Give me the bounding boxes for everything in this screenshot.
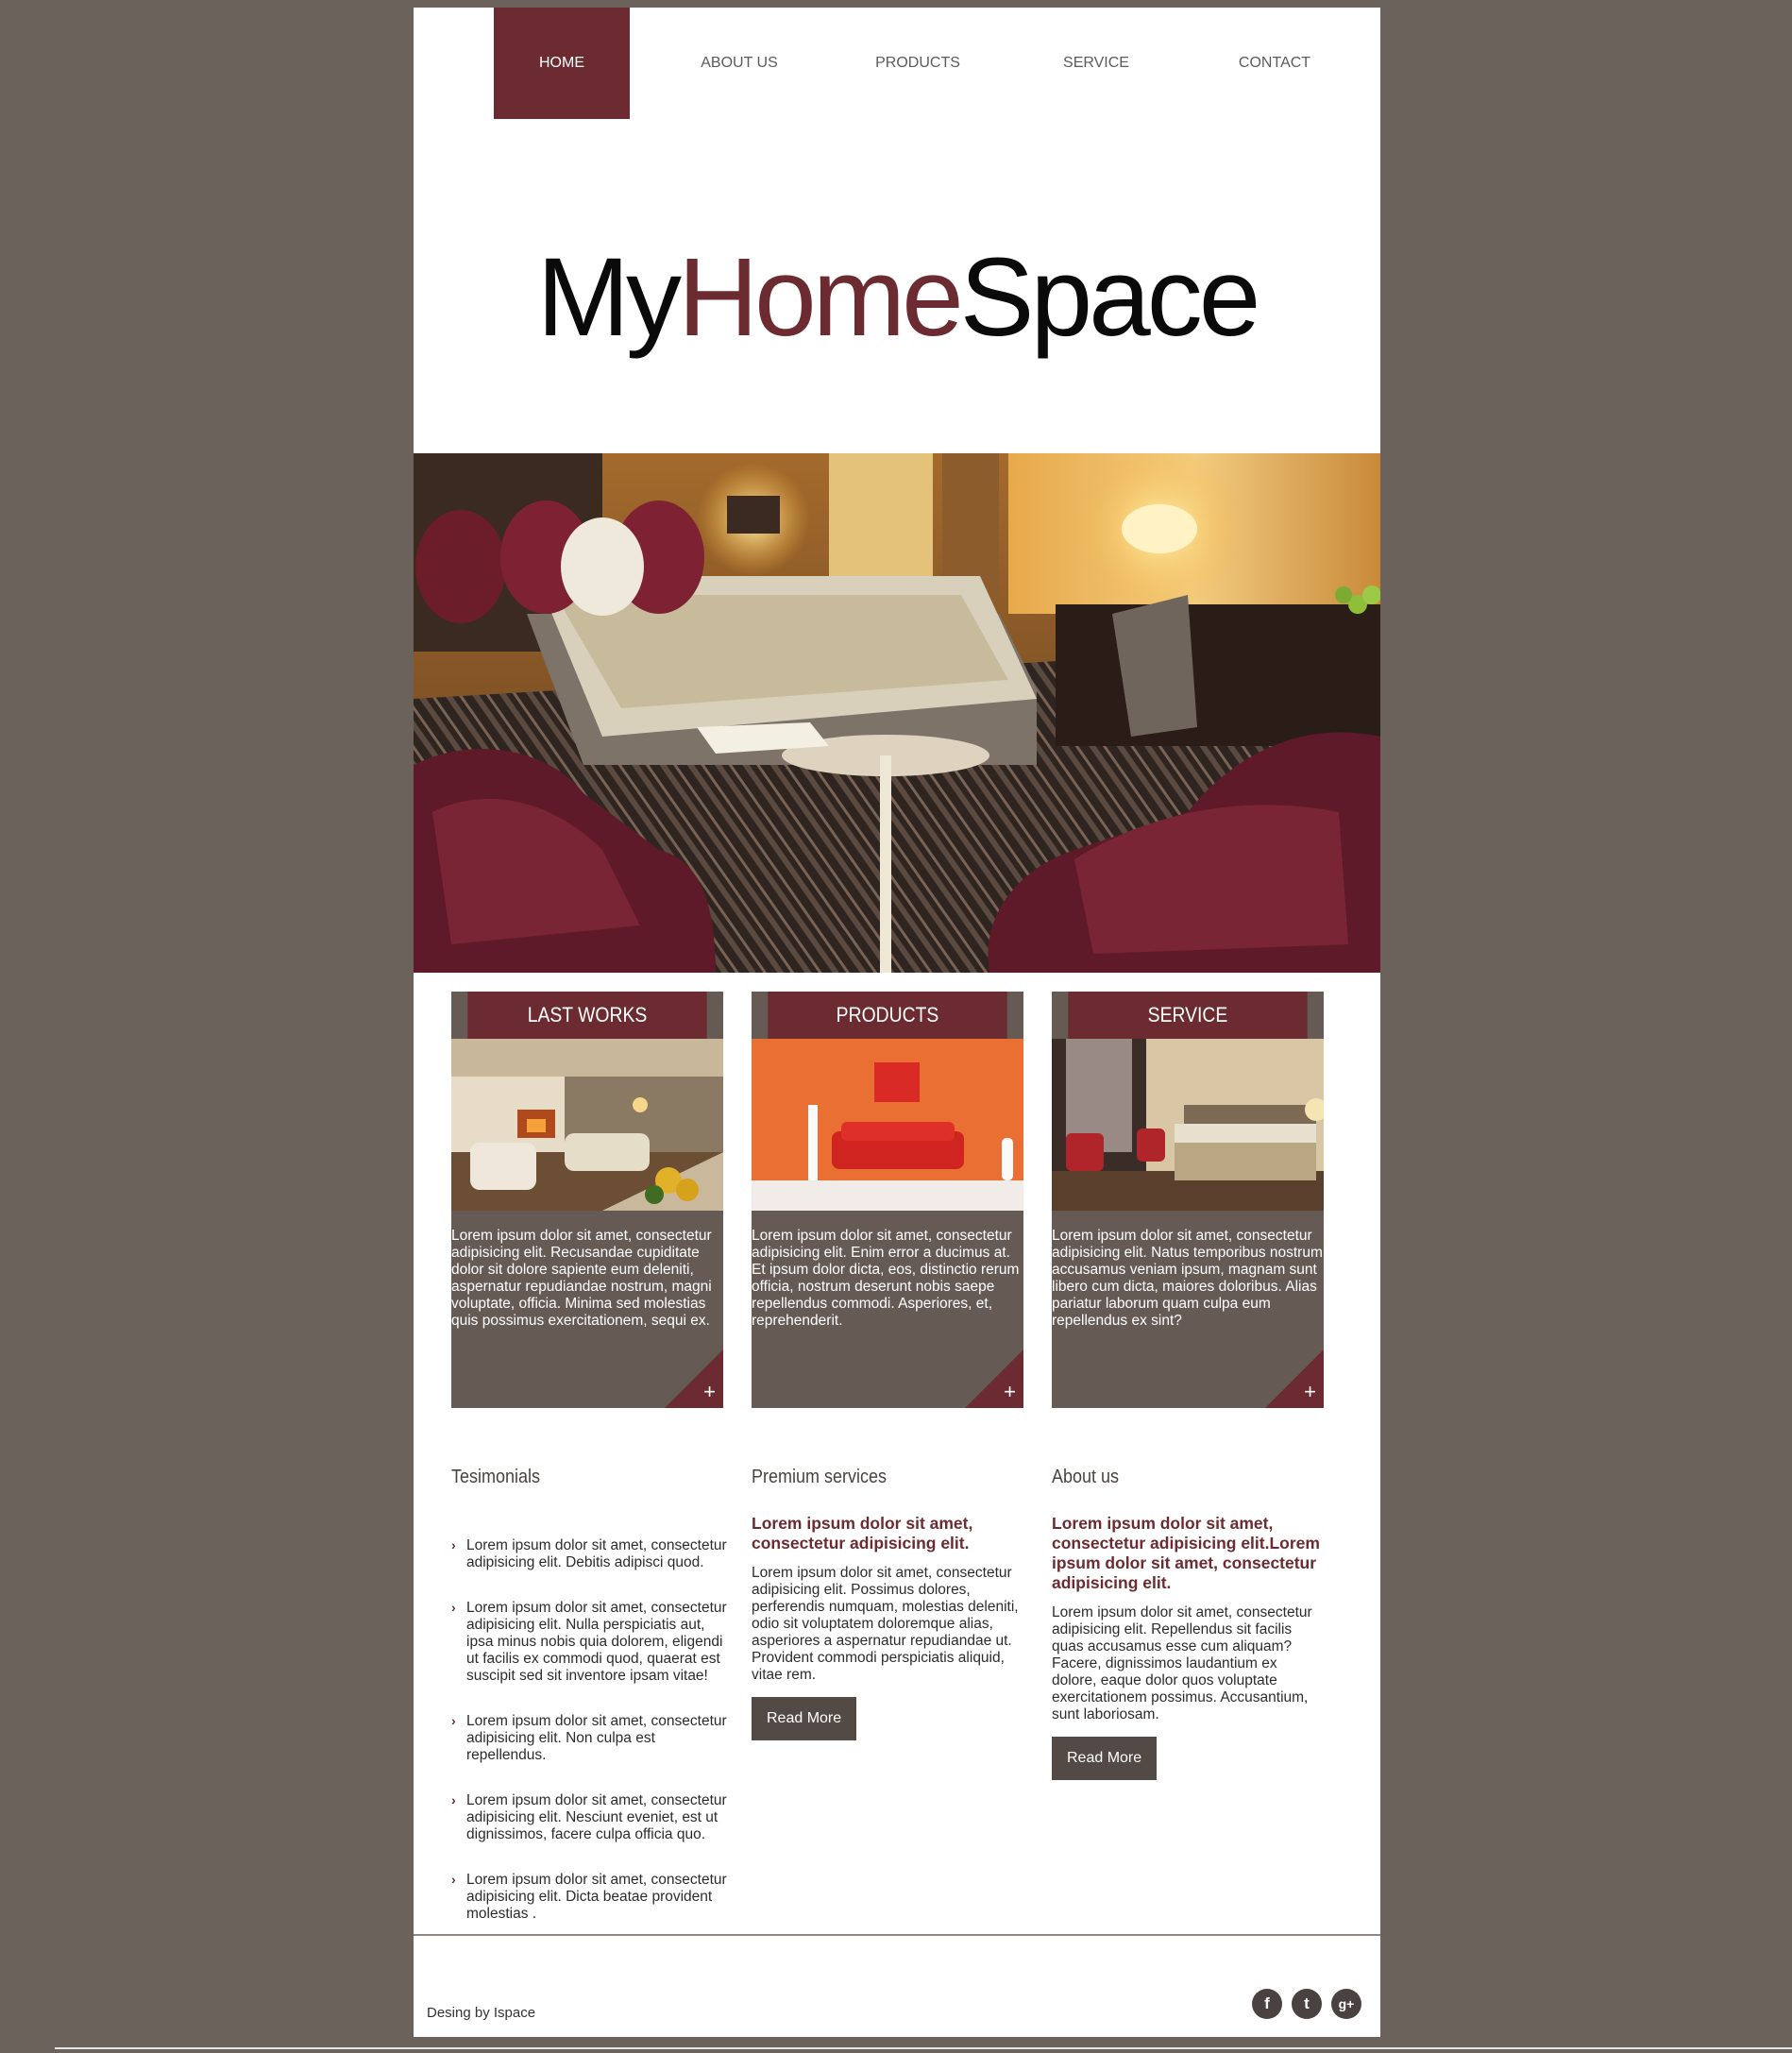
hero-image xyxy=(414,453,1380,973)
google-plus-icon[interactable]: g+ xyxy=(1331,1989,1361,2019)
nav-products[interactable]: PRODUCTS xyxy=(850,8,986,119)
bottom-strip xyxy=(55,2047,1792,2049)
logo-part-home: Home xyxy=(677,235,964,360)
card-title: LAST WORKS xyxy=(467,992,707,1039)
section-title: Tesimonials xyxy=(451,1467,541,1487)
testimonial-item: › Lorem ipsum dolor sit amet, consectetur… xyxy=(451,1713,735,1764)
expand-plus-icon[interactable]: + xyxy=(1004,1382,1016,1402)
premium-services-section: Premium services Lorem ipsum dolor sit a… xyxy=(752,1467,1025,1740)
testimonials-list: › Lorem ipsum dolor sit amet, consectetur… xyxy=(451,1537,735,1923)
read-more-button[interactable]: Read More xyxy=(1052,1737,1158,1780)
testimonial-text: Lorem ipsum dolor sit amet, consectetur … xyxy=(466,1537,727,1570)
nav-contact[interactable]: CONTACT xyxy=(1207,8,1343,119)
card-text: Lorem ipsum dolor sit amet, consectetur … xyxy=(752,1228,1020,1329)
section-title: About us xyxy=(1052,1467,1120,1487)
logo-part-space: Space xyxy=(959,235,1261,360)
card-last-works: LAST WORKS Lorem ipsum dolor sit amet, c… xyxy=(451,992,723,1408)
site-logo[interactable]: MyHomeSpace xyxy=(414,242,1380,353)
testimonial-item: › Lorem ipsum dolor sit amet, consectetur… xyxy=(451,1537,735,1571)
read-more-button[interactable]: Read More xyxy=(752,1697,857,1740)
page: HOME ABOUT US PRODUCTS SERVICE CONTACT M… xyxy=(414,8,1380,2037)
main-nav: HOME ABOUT US PRODUCTS SERVICE CONTACT xyxy=(414,8,1380,119)
testimonial-item: › Lorem ipsum dolor sit amet, consectetur… xyxy=(451,1872,735,1923)
section-lead: Lorem ipsum dolor sit amet, consectetur … xyxy=(1052,1514,1320,1592)
chevron-right-icon: › xyxy=(451,1872,456,1887)
twitter-icon[interactable]: t xyxy=(1292,1989,1322,2019)
testimonial-text: Lorem ipsum dolor sit amet, consectetur … xyxy=(466,1713,727,1763)
testimonial-text: Lorem ipsum dolor sit amet, consectetur … xyxy=(466,1600,727,1684)
card-title: SERVICE xyxy=(1068,992,1308,1039)
card-products: PRODUCTS Lorem ipsum dolor sit amet, con… xyxy=(752,992,1023,1408)
nav-about-us[interactable]: ABOUT US xyxy=(671,8,807,119)
card-image-red-sofa xyxy=(752,1039,1023,1211)
footer-credit: Desing by Ispace xyxy=(427,2005,536,2021)
testimonial-text: Lorem ipsum dolor sit amet, consectetur … xyxy=(466,1792,727,1842)
card-text: Lorem ipsum dolor sit amet, consectetur … xyxy=(1052,1228,1323,1329)
expand-plus-icon[interactable]: + xyxy=(703,1382,716,1402)
footer-divider xyxy=(414,1934,1380,1936)
hero-bedroom-illustration xyxy=(414,453,1380,973)
testimonials-section: Tesimonials › Lorem ipsum dolor sit amet,… xyxy=(451,1467,735,1951)
testimonial-text: Lorem ipsum dolor sit amet, consectetur … xyxy=(466,1872,727,1922)
card-image-hotel-room xyxy=(1052,1039,1324,1211)
about-us-section: About us Lorem ipsum dolor sit amet, con… xyxy=(1052,1467,1326,1780)
logo-part-my: My xyxy=(536,235,682,360)
testimonial-item: › Lorem ipsum dolor sit amet, consectetur… xyxy=(451,1792,735,1843)
chevron-right-icon: › xyxy=(451,1600,456,1615)
card-image-living-room xyxy=(451,1039,723,1211)
section-body: Lorem ipsum dolor sit amet, consectetur … xyxy=(1052,1604,1312,1722)
chevron-right-icon: › xyxy=(451,1792,456,1807)
section-lead: Lorem ipsum dolor sit amet, consectetur … xyxy=(752,1514,973,1552)
chevron-right-icon: › xyxy=(451,1537,456,1552)
nav-home[interactable]: HOME xyxy=(494,8,630,119)
section-body: Lorem ipsum dolor sit amet, consectetur … xyxy=(752,1565,1019,1683)
card-service: SERVICE Lorem ipsum dolor sit amet, cons… xyxy=(1052,992,1324,1408)
testimonial-item: › Lorem ipsum dolor sit amet, consectetur… xyxy=(451,1600,735,1685)
expand-plus-icon[interactable]: + xyxy=(1304,1382,1316,1402)
section-title: Premium services xyxy=(752,1467,888,1487)
facebook-icon[interactable]: f xyxy=(1252,1989,1282,2019)
card-title: PRODUCTS xyxy=(768,992,1007,1039)
nav-service[interactable]: SERVICE xyxy=(1028,8,1164,119)
chevron-right-icon: › xyxy=(451,1713,456,1728)
card-text: Lorem ipsum dolor sit amet, consectetur … xyxy=(451,1228,712,1329)
